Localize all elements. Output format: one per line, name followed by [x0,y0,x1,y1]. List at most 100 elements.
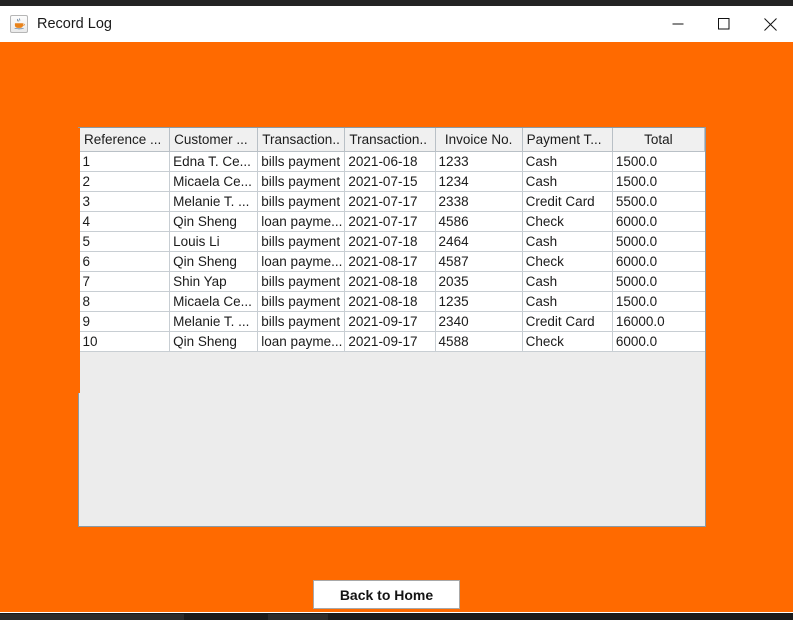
table-cell[interactable]: Cash [522,171,613,192]
table-cell[interactable]: 6 [79,251,171,272]
table-cell[interactable]: 10 [79,331,171,352]
table-cell[interactable]: 7 [79,271,171,292]
table-cell[interactable]: Shin Yap [169,271,259,292]
table-cell[interactable]: Edna T. Ce... [169,151,259,172]
table-cell[interactable]: Louis Li [169,231,259,252]
table-cell[interactable]: 2340 [435,311,523,332]
table-cell[interactable]: Cash [522,271,613,292]
client-area: Reference ... Customer ... Transaction..… [0,42,793,612]
maximize-button[interactable] [701,6,747,42]
table-cell[interactable]: 2338 [435,191,523,212]
table-cell[interactable]: bills payment [257,151,346,172]
table-row[interactable]: 5 Louis Li bills payment 2021-07-18 2464 Cash… [79,231,705,252]
table-cell[interactable]: 3 [79,191,171,212]
column-header-reference[interactable]: Reference ... [79,128,171,152]
table-cell[interactable]: bills payment [257,231,346,252]
table-cell[interactable]: 4587 [435,251,523,272]
table-cell[interactable]: Credit Card [522,311,613,332]
table-cell[interactable]: 4588 [435,331,523,352]
table-row[interactable]: 3 Melanie T. ... bills payment 2021-07-17 23… [79,191,705,212]
table-cell[interactable]: bills payment [257,311,346,332]
table-cell[interactable]: 5 [79,231,171,252]
table-row[interactable]: 4 Qin Sheng loan payme... 2021-07-17 4586 Che… [79,211,705,232]
table-cell[interactable]: Micaela Ce... [169,171,259,192]
table-row[interactable]: 8 Micaela Ce... bills payment 2021-08-18 123… [79,291,705,312]
table-cell[interactable]: Melanie T. ... [169,191,259,212]
table-cell[interactable]: Qin Sheng [169,211,259,232]
table-cell[interactable]: loan payme... [257,211,346,232]
table-cell[interactable]: 5500.0 [612,191,705,212]
minimize-button[interactable] [655,6,701,42]
table-cell[interactable]: Melanie T. ... [169,311,259,332]
table-cell[interactable]: 5000.0 [612,271,705,292]
table-cell[interactable]: 1 [79,151,171,172]
table-cell[interactable]: 2021-09-17 [344,331,436,352]
table-row[interactable]: 6 Qin Sheng loan payme... 2021-08-17 4587 Che… [79,251,705,272]
close-button[interactable] [747,6,793,42]
column-header-total[interactable]: Total [611,128,705,152]
table-cell[interactable]: 8 [79,291,171,312]
table-cell[interactable]: Qin Sheng [169,331,259,352]
table-row[interactable]: 9 Melanie T. ... bills payment 2021-09-17 23… [79,311,705,332]
table-cell[interactable]: bills payment [257,191,346,212]
table-cell[interactable]: bills payment [257,271,346,292]
table-cell[interactable]: 2464 [435,231,523,252]
table-cell[interactable]: 2021-07-15 [344,171,436,192]
column-header-invoice-no[interactable]: Invoice No. [434,128,523,152]
column-header-transaction-type[interactable]: Transaction.. [257,128,346,152]
table-cell[interactable]: 1235 [435,291,523,312]
table-cell[interactable]: Check [522,211,613,232]
table-row[interactable]: 1 Edna T. Ce... bills payment 2021-06-18 123… [79,151,705,172]
table-cell[interactable]: 4586 [435,211,523,232]
table-cell[interactable]: Cash [522,151,613,172]
column-header-transaction-date[interactable]: Transaction.. [344,128,436,152]
table-cell[interactable]: 1500.0 [612,171,705,192]
table-cell[interactable]: 1500.0 [612,291,705,312]
table-cell[interactable]: Cash [522,231,613,252]
window-title: Record Log [37,16,112,32]
taskbar-segment [268,614,328,620]
os-taskbar[interactable] [0,612,793,620]
table-cell[interactable]: 2021-08-18 [344,291,436,312]
table-cell[interactable]: Cash [522,291,613,312]
table-cell[interactable]: 2021-06-18 [344,151,436,172]
table-cell[interactable]: 1233 [435,151,523,172]
table-left-edge-accent [78,128,80,393]
table-cell[interactable]: 2021-09-17 [344,311,436,332]
table-row[interactable]: 2 Micaela Ce... bills payment 2021-07-15 123… [79,171,705,192]
back-to-home-button[interactable]: Back to Home [313,580,460,609]
table-cell[interactable]: loan payme... [257,251,346,272]
table-cell[interactable]: 2021-07-17 [344,211,436,232]
table-row[interactable]: 10 Qin Sheng loan payme... 2021-09-17 4588 Ch… [79,331,705,352]
table-cell[interactable]: Qin Sheng [169,251,259,272]
table-cell[interactable]: 1500.0 [612,151,705,172]
table-cell[interactable]: Check [522,331,613,352]
taskbar-segment [0,614,184,620]
record-log-table: Reference ... Customer ... Transaction..… [79,128,705,352]
table-cell[interactable]: Credit Card [522,191,613,212]
table-cell[interactable]: 6000.0 [612,251,705,272]
table-cell[interactable]: Check [522,251,613,272]
table-cell[interactable]: 2021-08-17 [344,251,436,272]
table-cell[interactable]: 6000.0 [612,331,705,352]
table-cell[interactable]: 4 [79,211,171,232]
table-cell[interactable]: 2021-08-18 [344,271,436,292]
table-cell[interactable]: 2021-07-18 [344,231,436,252]
table-cell[interactable]: loan payme... [257,331,346,352]
record-table-scrollpane[interactable]: Reference ... Customer ... Transaction..… [78,127,706,527]
table-cell[interactable]: 2035 [435,271,523,292]
window-titlebar: Record Log [0,6,793,42]
table-cell[interactable]: 2 [79,171,171,192]
table-cell[interactable]: 5000.0 [612,231,705,252]
table-cell[interactable]: 1234 [435,171,523,192]
table-cell[interactable]: 16000.0 [612,311,705,332]
table-cell[interactable]: 6000.0 [612,211,705,232]
table-cell[interactable]: 9 [79,311,171,332]
column-header-customer[interactable]: Customer ... [169,128,259,152]
table-cell[interactable]: 2021-07-17 [344,191,436,212]
table-row[interactable]: 7 Shin Yap bills payment 2021-08-18 2035 Cash… [79,271,705,292]
table-cell[interactable]: bills payment [257,171,346,192]
table-cell[interactable]: Micaela Ce... [169,291,259,312]
column-header-payment-type[interactable]: Payment T... [521,128,613,152]
table-cell[interactable]: bills payment [257,291,346,312]
